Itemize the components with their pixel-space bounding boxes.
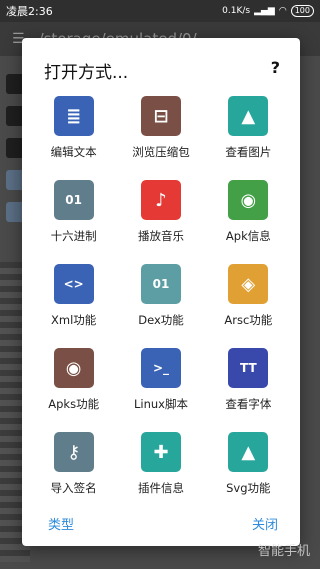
option-label: 浏览压缩包 bbox=[132, 145, 190, 159]
close-button[interactable]: 关闭 bbox=[252, 514, 278, 533]
option-label: 播放音乐 bbox=[137, 229, 184, 243]
code-file-icon: <> bbox=[53, 264, 94, 304]
app-grid: ≣ 编辑文本 ⊟ 浏览压缩包 ▲ 查看图片 01 十六进制 ♪ 播放音乐 ◉ Apk信息 <> Xml功能… bbox=[30, 96, 292, 496]
network-speed: 0.1K/s bbox=[222, 6, 251, 16]
layers-icon: ◈ bbox=[228, 264, 269, 304]
open-with-option[interactable]: 01 Dex功能 bbox=[117, 264, 204, 328]
status-indicators: 0.1K/s ▂▄▆ ◠ 100 bbox=[222, 5, 314, 17]
open-with-option[interactable]: ⊟ 浏览压缩包 bbox=[117, 96, 204, 160]
option-label: Apks功能 bbox=[48, 397, 100, 411]
open-with-option[interactable]: ◉ Apk信息 bbox=[205, 180, 292, 244]
option-label: Linux脚本 bbox=[133, 397, 188, 411]
open-with-option[interactable]: TT 查看字体 bbox=[205, 348, 292, 412]
document-icon: ≣ bbox=[53, 96, 94, 136]
binary-file-icon: 01 bbox=[140, 264, 181, 304]
terminal-icon: >_ bbox=[140, 348, 181, 388]
open-with-option[interactable]: ◉ Apks功能 bbox=[30, 348, 117, 412]
option-label: 导入签名 bbox=[50, 481, 97, 495]
puzzle-icon: ✚ bbox=[140, 432, 181, 472]
option-label: 查看图片 bbox=[225, 145, 272, 159]
open-with-option[interactable]: ▲ Svg功能 bbox=[205, 432, 292, 496]
option-label: Dex功能 bbox=[138, 313, 184, 327]
open-with-option[interactable]: ⚷ 导入签名 bbox=[30, 432, 117, 496]
open-with-option[interactable]: >_ Linux脚本 bbox=[117, 348, 204, 412]
option-label: 十六进制 bbox=[50, 229, 97, 243]
dialog-title: 打开方式... bbox=[44, 63, 129, 83]
font-icon: TT bbox=[228, 348, 269, 388]
open-with-option[interactable]: ≣ 编辑文本 bbox=[30, 96, 117, 160]
option-label: 查看字体 bbox=[225, 397, 272, 411]
open-with-option[interactable]: ✚ 插件信息 bbox=[117, 432, 204, 496]
option-label: 插件信息 bbox=[137, 481, 184, 495]
open-with-dialog: 打开方式... ? ≣ 编辑文本 ⊟ 浏览压缩包 ▲ 查看图片 01 十六进制 ♪ 播放音乐 ◉ Ap… bbox=[22, 38, 300, 546]
open-with-option[interactable]: <> Xml功能 bbox=[30, 264, 117, 328]
help-icon[interactable]: ? bbox=[271, 58, 280, 77]
open-with-option[interactable]: 01 十六进制 bbox=[30, 180, 117, 244]
watermark-logo: 智能手机 bbox=[257, 544, 310, 559]
image-icon: ▲ bbox=[228, 96, 269, 136]
android-icon: ◉ bbox=[53, 348, 94, 388]
option-label: Arsc功能 bbox=[224, 313, 273, 327]
open-with-option[interactable]: ▲ 查看图片 bbox=[205, 96, 292, 160]
option-label: Xml功能 bbox=[51, 313, 97, 327]
type-button[interactable]: 类型 bbox=[48, 514, 74, 533]
option-label: Svg功能 bbox=[226, 481, 271, 495]
wifi-icon: ◠ bbox=[278, 6, 287, 16]
open-with-option[interactable]: ♪ 播放音乐 bbox=[117, 180, 204, 244]
key-icon: ⚷ bbox=[53, 432, 94, 472]
signal-icon: ▂▄▆ bbox=[254, 6, 275, 16]
open-with-option[interactable]: ◈ Arsc功能 bbox=[205, 264, 292, 328]
image-icon: ▲ bbox=[228, 432, 269, 472]
binary-file-icon: 01 bbox=[53, 180, 94, 220]
option-label: Apk信息 bbox=[225, 229, 271, 243]
music-note-icon: ♪ bbox=[140, 180, 181, 220]
status-time: 凌晨2:36 bbox=[6, 5, 53, 18]
option-label: 编辑文本 bbox=[50, 145, 97, 159]
android-icon: ◉ bbox=[228, 180, 269, 220]
archive-icon: ⊟ bbox=[140, 96, 181, 136]
status-bar: 凌晨2:36 0.1K/s ▂▄▆ ◠ 100 bbox=[0, 0, 320, 22]
battery-icon: 100 bbox=[290, 5, 314, 17]
